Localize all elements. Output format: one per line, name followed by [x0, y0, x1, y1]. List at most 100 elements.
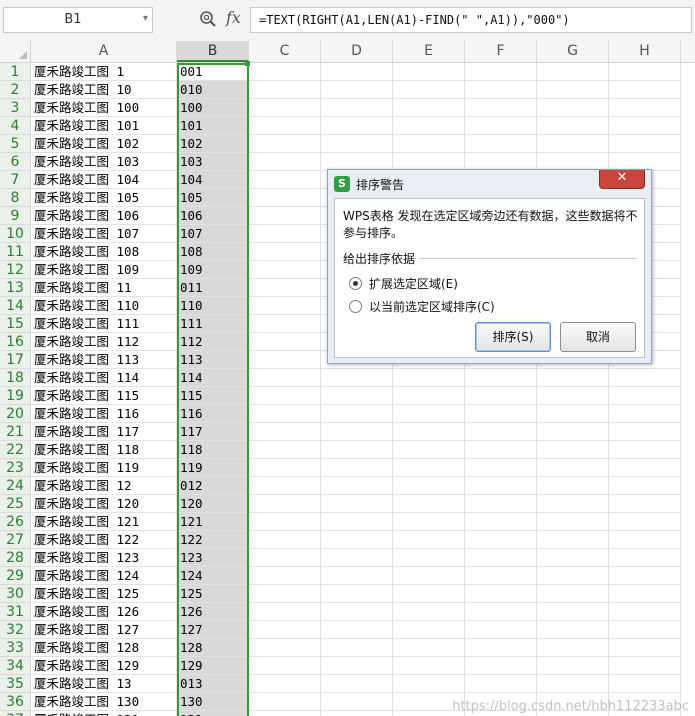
cell-a[interactable]: 厦禾路竣工图 106 — [31, 207, 177, 225]
column-header-g[interactable]: G — [537, 41, 609, 62]
cell-a[interactable]: 厦禾路竣工图 125 — [31, 585, 177, 603]
cell-a[interactable]: 厦禾路竣工图 12 — [31, 477, 177, 495]
cell-a[interactable]: 厦禾路竣工图 127 — [31, 621, 177, 639]
row-header[interactable]: 18 — [0, 369, 31, 387]
column-header-b[interactable]: B — [177, 41, 249, 62]
empty-cell[interactable] — [321, 711, 393, 716]
fx-icon[interactable]: fx — [226, 8, 241, 27]
empty-cell[interactable] — [393, 405, 465, 423]
cell-b[interactable]: 100 — [177, 99, 249, 117]
row-header[interactable]: 1 — [0, 63, 31, 81]
row-header[interactable]: 32 — [0, 621, 31, 639]
empty-cell[interactable] — [537, 549, 609, 567]
empty-cell[interactable] — [609, 369, 681, 387]
row-header[interactable]: 23 — [0, 459, 31, 477]
column-header-e[interactable]: E — [393, 41, 465, 62]
cell-b[interactable]: 129 — [177, 657, 249, 675]
empty-cell[interactable] — [609, 117, 681, 135]
formula-input[interactable]: =TEXT(RIGHT(A1,LEN(A1)-FIND(" ",A1)),"00… — [250, 7, 692, 33]
column-header-a[interactable]: A — [31, 41, 177, 62]
empty-cell[interactable] — [393, 675, 465, 693]
cell-b[interactable]: 131 — [177, 711, 249, 716]
empty-cell[interactable] — [249, 639, 321, 657]
row-header[interactable]: 34 — [0, 657, 31, 675]
empty-cell[interactable] — [249, 711, 321, 716]
cell-b[interactable]: 112 — [177, 333, 249, 351]
empty-cell[interactable] — [249, 243, 321, 261]
empty-cell[interactable] — [537, 477, 609, 495]
close-icon[interactable]: ✕ — [599, 170, 645, 189]
cell-b[interactable]: 105 — [177, 189, 249, 207]
radio-expand-selection-label[interactable]: 扩展选定区域(E) — [369, 277, 458, 291]
empty-cell[interactable] — [465, 585, 537, 603]
empty-cell[interactable] — [249, 135, 321, 153]
empty-cell[interactable] — [321, 99, 393, 117]
empty-cell[interactable] — [321, 63, 393, 81]
cell-b[interactable]: 128 — [177, 639, 249, 657]
empty-cell[interactable] — [249, 531, 321, 549]
row-header[interactable]: 27 — [0, 531, 31, 549]
radio-expand-selection[interactable]: 扩展选定区域(E) — [349, 275, 458, 292]
cell-a[interactable]: 厦禾路竣工图 126 — [31, 603, 177, 621]
empty-cell[interactable] — [249, 495, 321, 513]
cell-b[interactable]: 117 — [177, 423, 249, 441]
cell-a[interactable]: 厦禾路竣工图 120 — [31, 495, 177, 513]
cell-a[interactable]: 厦禾路竣工图 123 — [31, 549, 177, 567]
empty-cell[interactable] — [537, 63, 609, 81]
formula-text[interactable]: =TEXT(RIGHT(A1,LEN(A1)-FIND(" ",A1)),"00… — [259, 13, 570, 27]
empty-cell[interactable] — [537, 387, 609, 405]
empty-cell[interactable] — [609, 567, 681, 585]
row-header[interactable]: 35 — [0, 675, 31, 693]
empty-cell[interactable] — [537, 117, 609, 135]
cell-b[interactable]: 125 — [177, 585, 249, 603]
cell-a[interactable]: 厦禾路竣工图 103 — [31, 153, 177, 171]
empty-cell[interactable] — [609, 99, 681, 117]
empty-cell[interactable] — [249, 441, 321, 459]
empty-cell[interactable] — [537, 567, 609, 585]
empty-cell[interactable] — [249, 369, 321, 387]
row-header[interactable]: 15 — [0, 315, 31, 333]
cell-b[interactable]: 111 — [177, 315, 249, 333]
empty-cell[interactable] — [393, 135, 465, 153]
cell-a[interactable]: 厦禾路竣工图 116 — [31, 405, 177, 423]
empty-cell[interactable] — [249, 387, 321, 405]
cell-a[interactable]: 厦禾路竣工图 108 — [31, 243, 177, 261]
empty-cell[interactable] — [393, 495, 465, 513]
row-header[interactable]: 3 — [0, 99, 31, 117]
cell-a[interactable]: 厦禾路竣工图 107 — [31, 225, 177, 243]
row-header[interactable]: 28 — [0, 549, 31, 567]
row-header[interactable]: 24 — [0, 477, 31, 495]
row-header[interactable]: 4 — [0, 117, 31, 135]
radio-current-selection-label[interactable]: 以当前选定区域排序(C) — [369, 300, 495, 314]
empty-cell[interactable] — [465, 99, 537, 117]
row-header[interactable]: 5 — [0, 135, 31, 153]
empty-cell[interactable] — [609, 405, 681, 423]
empty-cell[interactable] — [321, 621, 393, 639]
empty-cell[interactable] — [465, 81, 537, 99]
cell-b[interactable]: 102 — [177, 135, 249, 153]
cell-a[interactable]: 厦禾路竣工图 128 — [31, 639, 177, 657]
cell-a[interactable]: 厦禾路竣工图 131 — [31, 711, 177, 716]
cell-b[interactable]: 106 — [177, 207, 249, 225]
empty-cell[interactable] — [321, 549, 393, 567]
empty-cell[interactable] — [249, 423, 321, 441]
empty-cell[interactable] — [393, 423, 465, 441]
row-header[interactable]: 11 — [0, 243, 31, 261]
cell-b[interactable]: 110 — [177, 297, 249, 315]
cell-b[interactable]: 127 — [177, 621, 249, 639]
cell-b[interactable]: 115 — [177, 387, 249, 405]
empty-cell[interactable] — [321, 441, 393, 459]
empty-cell[interactable] — [465, 63, 537, 81]
empty-cell[interactable] — [249, 675, 321, 693]
row-header[interactable]: 19 — [0, 387, 31, 405]
empty-cell[interactable] — [393, 513, 465, 531]
empty-cell[interactable] — [465, 639, 537, 657]
empty-cell[interactable] — [537, 459, 609, 477]
empty-cell[interactable] — [249, 99, 321, 117]
empty-cell[interactable] — [537, 657, 609, 675]
empty-cell[interactable] — [249, 477, 321, 495]
cell-b[interactable]: 113 — [177, 351, 249, 369]
empty-cell[interactable] — [393, 531, 465, 549]
empty-cell[interactable] — [537, 585, 609, 603]
cell-b[interactable]: 120 — [177, 495, 249, 513]
